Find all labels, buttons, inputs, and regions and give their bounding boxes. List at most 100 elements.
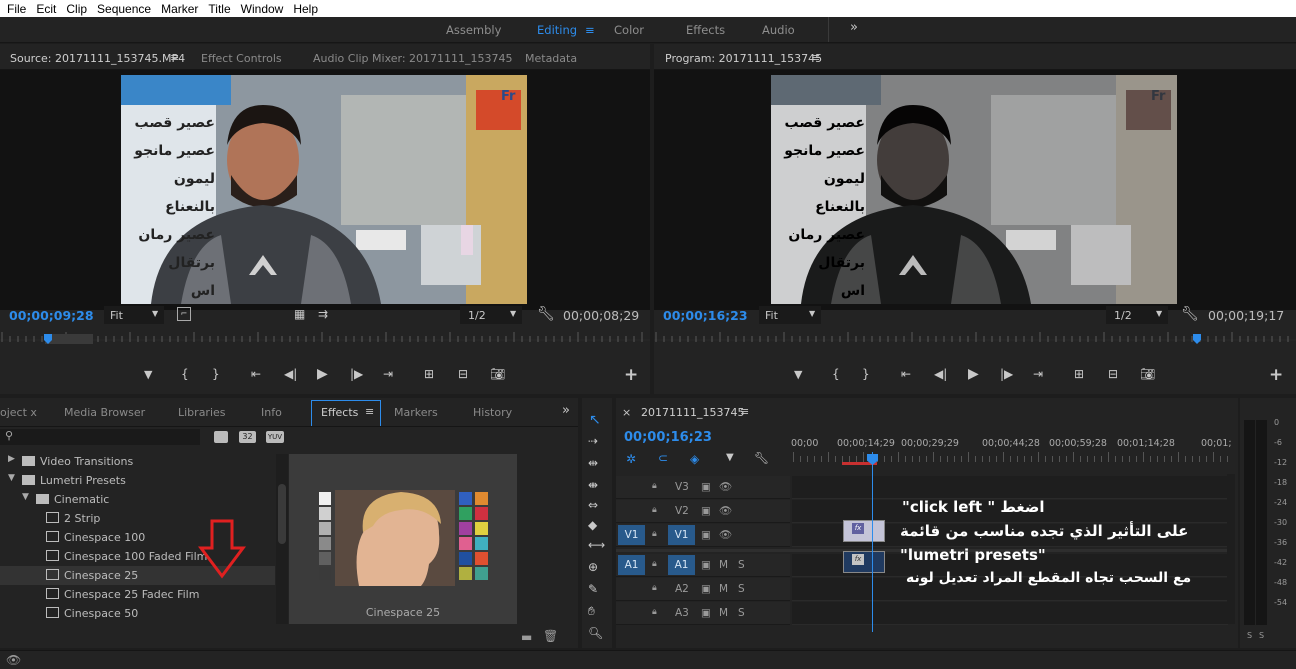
go-to-in-icon[interactable]: ⇤ bbox=[901, 367, 911, 381]
menu-item[interactable]: Ecit bbox=[36, 2, 56, 16]
sync-lock-icon[interactable]: ▣ bbox=[701, 529, 711, 541]
effects-tree-item[interactable]: Cinespace 25 Fadec Film bbox=[0, 585, 275, 604]
tab-media-browser[interactable]: Media Browser bbox=[64, 406, 145, 419]
track-target-button[interactable]: V1 bbox=[668, 525, 695, 545]
camera-icon[interactable]: 📷︎ bbox=[490, 367, 505, 381]
tab-libraries[interactable]: Libraries bbox=[178, 406, 226, 419]
lift-icon[interactable]: ⊞ bbox=[1074, 367, 1084, 381]
rolling-edit-icon[interactable]: ⇼ bbox=[588, 478, 598, 492]
tab-source[interactable]: Source: 20171111_153745.MP4 bbox=[10, 52, 185, 65]
workspace-color[interactable]: Color bbox=[614, 23, 644, 37]
track-select-icon[interactable]: ⇢ bbox=[588, 434, 598, 448]
eye-icon[interactable]: 👁︎ bbox=[719, 504, 732, 517]
tab-audio-clip-mixer[interactable]: Audio Clip Mixer: 20171111_153745 bbox=[313, 52, 513, 65]
sync-lock-icon[interactable]: ▣ bbox=[701, 481, 711, 493]
linked-selection-icon[interactable]: ⊂ bbox=[658, 451, 668, 465]
chevron-down-icon[interactable]: ▼ bbox=[22, 492, 29, 502]
solo-button[interactable]: S bbox=[738, 607, 745, 619]
step-back-icon[interactable]: ◀| bbox=[284, 367, 297, 381]
go-to-in-icon[interactable]: ⇤ bbox=[251, 367, 261, 381]
step-forward-icon[interactable]: |▶ bbox=[350, 367, 363, 381]
close-icon[interactable]: × bbox=[622, 406, 631, 419]
eye-icon[interactable]: 👁︎ bbox=[719, 528, 732, 541]
source-time-ruler[interactable] bbox=[0, 328, 650, 350]
resolution-dropdown[interactable]: 1/2 ▼ bbox=[1106, 306, 1168, 324]
trash-icon[interactable]: 🗑︎ bbox=[543, 629, 558, 643]
solo-left[interactable]: S bbox=[1247, 631, 1252, 640]
tab-menu-icon[interactable]: ≡ bbox=[170, 51, 179, 64]
pen-icon[interactable]: ✎ bbox=[588, 582, 598, 596]
source-timecode[interactable]: 00;00;09;28 bbox=[9, 308, 94, 323]
solo-button[interactable]: S bbox=[738, 559, 745, 571]
mute-button[interactable]: M bbox=[719, 607, 728, 619]
camera-icon[interactable]: 📷︎ bbox=[1140, 367, 1155, 381]
fit-dropdown[interactable]: Fit ▼ bbox=[759, 306, 821, 324]
slip-icon[interactable]: ⟷ bbox=[588, 538, 605, 552]
add-button-icon[interactable]: + bbox=[1269, 365, 1283, 385]
video-clip[interactable]: fx bbox=[843, 520, 885, 542]
menu-item[interactable]: Clip bbox=[66, 2, 87, 16]
marker-icon[interactable]: ▼ bbox=[726, 452, 734, 463]
ripple-edit-icon[interactable]: ⇹ bbox=[588, 456, 598, 470]
track-target-button[interactable]: A3 bbox=[675, 607, 689, 619]
mark-in-icon[interactable]: { bbox=[832, 367, 840, 381]
effects-tree-item[interactable]: ▼ Cinematic bbox=[0, 490, 275, 509]
step-forward-icon[interactable]: |▶ bbox=[1000, 367, 1013, 381]
tab-info[interactable]: Info bbox=[261, 406, 282, 419]
source-viewer[interactable]: عصير قصب عصير مانجو ليمون بالنعناع عصير … bbox=[0, 70, 650, 310]
workspace-assembly[interactable]: Assembly bbox=[446, 23, 501, 37]
tab-effect-controls[interactable]: Effect Controls bbox=[201, 52, 282, 65]
menu-item[interactable]: Help bbox=[293, 2, 318, 16]
solo-right[interactable]: S bbox=[1259, 631, 1264, 640]
tab-menu-icon[interactable]: ≡ bbox=[365, 405, 374, 418]
export-frame-icon[interactable]: ▦ bbox=[294, 307, 305, 321]
step-back-icon[interactable]: ◀| bbox=[934, 367, 947, 381]
accelerated-effects-icon[interactable] bbox=[214, 431, 228, 443]
new-bin-icon[interactable]: ▬ bbox=[521, 630, 532, 644]
workspace-menu-icon[interactable]: ≡ bbox=[585, 23, 595, 37]
track-lane[interactable] bbox=[792, 476, 1228, 499]
effects-tree-item[interactable]: Cinespace 50 bbox=[0, 604, 275, 623]
tree-scrollbar[interactable] bbox=[276, 454, 288, 624]
add-button-icon[interactable]: + bbox=[624, 365, 638, 385]
safe-margins-icon[interactable]: ⌐ bbox=[177, 307, 191, 321]
audio-clip[interactable]: fx bbox=[843, 551, 885, 573]
go-to-out-icon[interactable]: ⇥ bbox=[1033, 367, 1043, 381]
tab-effects[interactable]: Effects bbox=[321, 406, 358, 419]
lock-icon[interactable]: 🔒︎ bbox=[652, 583, 657, 593]
tab-menu-icon[interactable]: ≡ bbox=[811, 51, 820, 64]
source-patch-button[interactable]: V1 bbox=[618, 525, 645, 545]
chevron-right-icon[interactable]: ▶ bbox=[8, 454, 15, 464]
program-viewer[interactable]: عصير قصب عصير مانجو ليمون بالنعناع عصير … bbox=[654, 70, 1296, 310]
lock-icon[interactable]: 🔒︎ bbox=[652, 481, 657, 491]
tab-sequence[interactable]: 20171111_153745 bbox=[641, 406, 744, 419]
lock-icon[interactable]: 🔒︎ bbox=[652, 529, 657, 539]
timeline-timecode[interactable]: 00;00;16;23 bbox=[624, 430, 712, 445]
snap-icon[interactable]: ✲ bbox=[626, 452, 636, 466]
play-icon[interactable]: ▶ bbox=[317, 366, 328, 382]
extract-icon[interactable]: ⊟ bbox=[1108, 367, 1118, 381]
wrench-icon[interactable]: 🔧︎ bbox=[754, 451, 769, 465]
play-icon[interactable]: ▶ bbox=[968, 366, 979, 382]
lock-icon[interactable]: 🔒︎ bbox=[652, 559, 657, 569]
track-target-button[interactable]: V2 bbox=[675, 505, 689, 517]
chevron-down-icon[interactable]: ▼ bbox=[8, 473, 15, 483]
sync-lock-icon[interactable]: ▣ bbox=[701, 607, 711, 619]
wrench-icon[interactable]: 🔧︎ bbox=[537, 306, 555, 322]
sync-lock-icon[interactable]: ▣ bbox=[701, 559, 711, 571]
track-lane[interactable] bbox=[792, 602, 1228, 625]
drag-video-icon[interactable]: ⇉ bbox=[318, 307, 328, 321]
lock-icon[interactable]: 🔒︎ bbox=[652, 505, 657, 515]
effects-tree-item[interactable]: ▶ Video Transitions bbox=[0, 452, 275, 471]
tab-project[interactable]: oject x bbox=[0, 406, 37, 419]
menu-item[interactable]: Title bbox=[208, 2, 230, 16]
more-workspaces-icon[interactable]: » bbox=[850, 20, 858, 35]
lock-icon[interactable]: 🔒︎ bbox=[652, 607, 657, 617]
tab-history[interactable]: History bbox=[473, 406, 512, 419]
tab-program[interactable]: Program: 20171111_153745 bbox=[665, 52, 822, 65]
solo-button[interactable]: S bbox=[738, 583, 745, 595]
zoom-icon[interactable]: 🔍︎ bbox=[588, 626, 603, 640]
wrench-icon[interactable]: 🔧︎ bbox=[1181, 306, 1199, 322]
overwrite-icon[interactable]: ⊟ bbox=[458, 367, 468, 381]
resolution-dropdown[interactable]: 1/2 ▼ bbox=[460, 306, 522, 324]
